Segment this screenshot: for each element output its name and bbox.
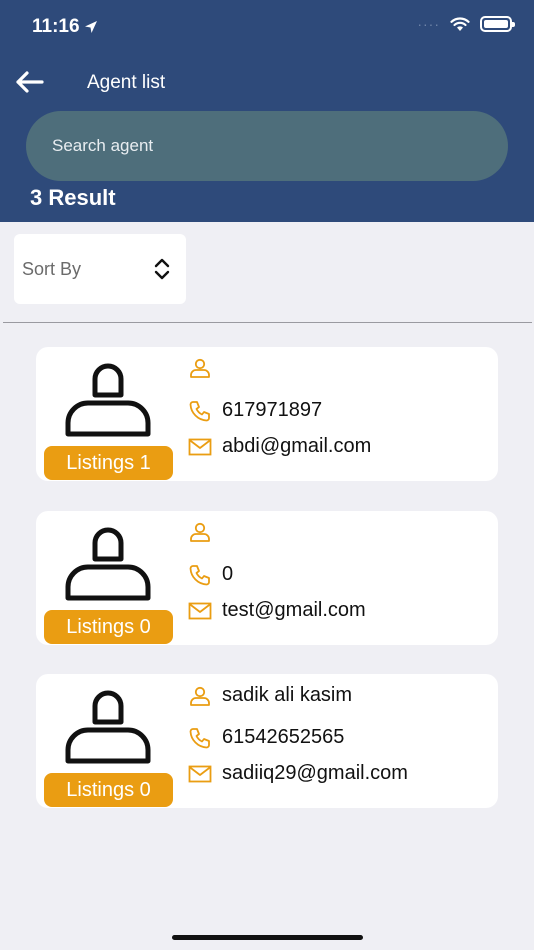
divider (3, 322, 532, 323)
agent-phone: 61542652565 (222, 726, 345, 748)
agent-name-row (188, 357, 222, 379)
agent-email: abdi@gmail.com (222, 435, 372, 457)
back-arrow-icon[interactable] (14, 68, 44, 96)
result-count: 3 Result (30, 185, 116, 210)
agent-card[interactable]: Listings 0 0 test@gmail.com (36, 511, 498, 645)
listings-badge: Listings 0 (44, 610, 173, 644)
wifi-icon (450, 16, 470, 31)
search-input[interactable] (52, 136, 508, 156)
home-indicator[interactable] (172, 935, 363, 940)
status-time-text: 11:16 (32, 16, 80, 37)
agent-email: test@gmail.com (222, 599, 366, 621)
user-avatar-icon (65, 690, 151, 764)
chevron-up-down-icon (154, 258, 170, 280)
location-arrow-icon (84, 21, 97, 33)
phone-icon (189, 400, 210, 421)
sort-by-label: Sort By (22, 258, 82, 279)
agent-phone-row: 617971897 (188, 399, 322, 422)
user-avatar-icon (65, 363, 151, 437)
agent-name-row: sadik ali kasim (188, 684, 352, 707)
page-title: Agent list (87, 72, 166, 93)
agent-email: sadiiq29@gmail.com (222, 762, 408, 784)
agent-email-row: abdi@gmail.com (188, 435, 371, 458)
agent-card[interactable]: Listings 1 617971897 abdi@gmail.com (36, 347, 498, 481)
agent-name-row (188, 521, 222, 543)
agent-phone: 617971897 (222, 399, 323, 421)
sort-by-dropdown[interactable]: Sort By (14, 234, 186, 304)
battery-icon (480, 16, 515, 32)
agent-card[interactable]: Listings 0 sadik ali kasim 61542652565 s… (36, 674, 498, 808)
person-icon (190, 522, 210, 542)
agent-phone-row: 0 (188, 563, 233, 586)
agent-email-row: sadiiq29@gmail.com (188, 762, 408, 785)
agent-name: sadik ali kasim (222, 684, 353, 706)
listings-badge: Listings 0 (44, 773, 173, 807)
agent-phone: 0 (222, 563, 234, 585)
mail-icon (188, 602, 212, 619)
search-bar[interactable] (26, 111, 508, 181)
status-indicators: ···· (417, 16, 515, 32)
person-icon (190, 358, 210, 378)
user-avatar-icon (65, 527, 151, 601)
listings-badge: Listings 1 (44, 446, 173, 480)
person-icon (190, 686, 210, 706)
phone-icon (189, 727, 210, 748)
signal-dots-icon: ···· (417, 16, 440, 32)
mail-icon (188, 765, 212, 782)
mail-icon (188, 438, 212, 455)
app-header: 11:16 ···· Agent list 3 Result (0, 0, 534, 222)
agent-phone-row: 61542652565 (188, 726, 344, 749)
agent-email-row: test@gmail.com (188, 599, 366, 622)
status-time: 11:16 (32, 16, 98, 38)
phone-icon (189, 564, 210, 585)
